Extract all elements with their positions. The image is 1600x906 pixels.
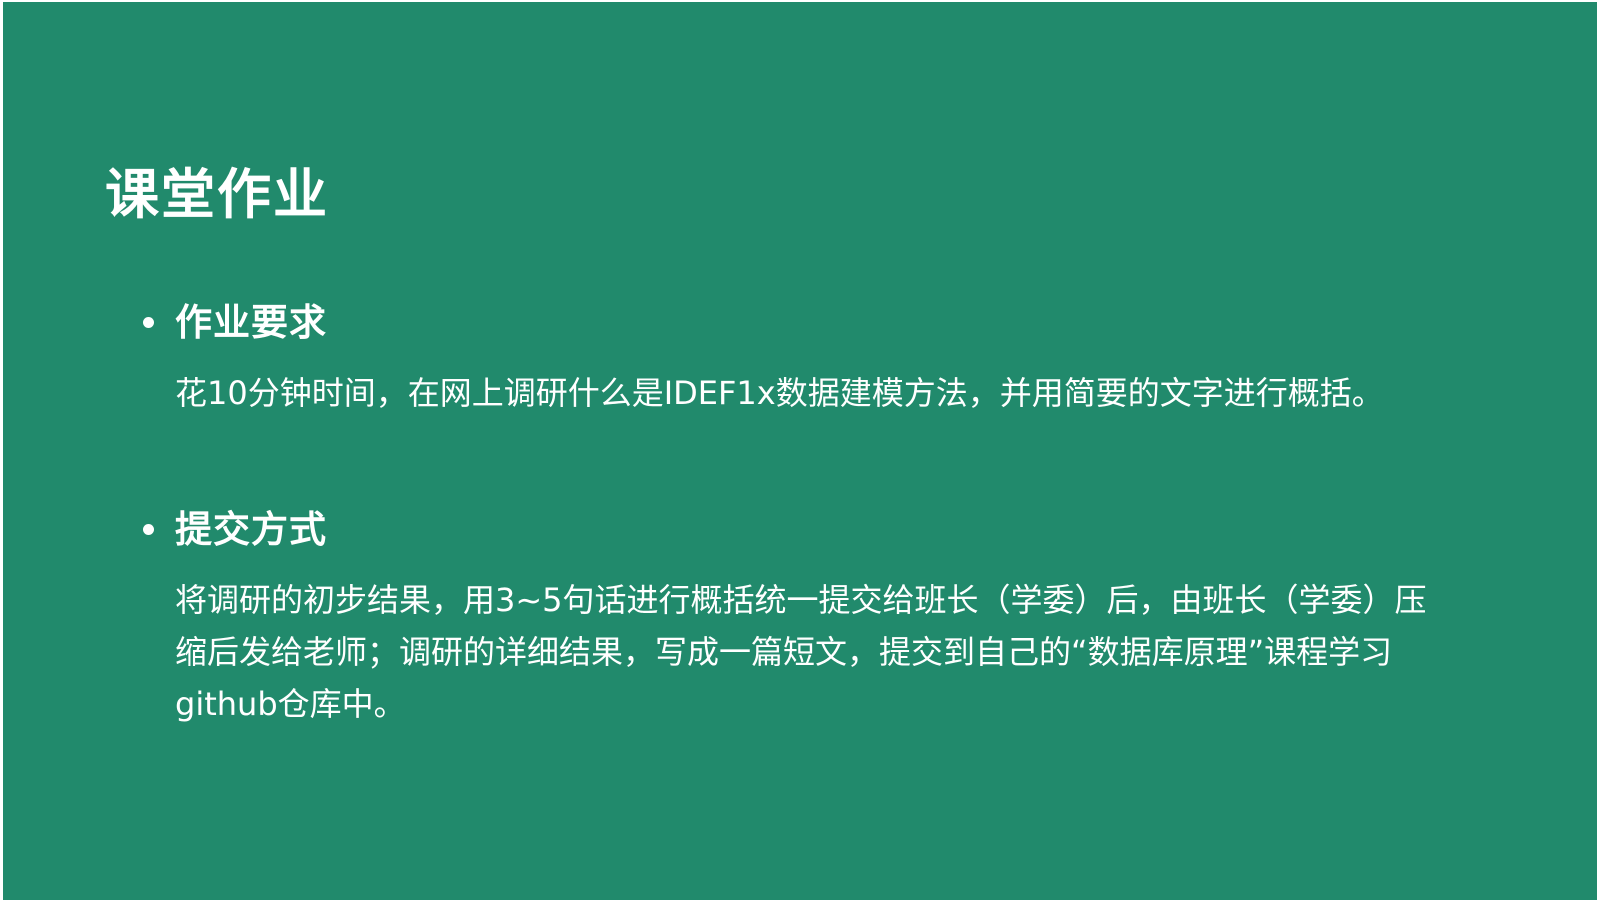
bullet-point-icon (143, 524, 154, 535)
bullet-section-submission: 提交方式 将调研的初步结果，用3~5句话进行概括统一提交给班长（学委）后，由班长… (139, 502, 1479, 730)
bullet-heading: 提交方式 (175, 507, 327, 551)
bullet-heading-row: 提交方式 (139, 502, 1479, 556)
bullet-body-text: 花10分钟时间，在网上调研什么是IDEF1x数据建模方法，并用简要的文字进行概括… (175, 374, 1384, 412)
bullet-heading: 作业要求 (175, 300, 327, 344)
slide-title: 课堂作业 (105, 162, 329, 226)
bullet-point-icon (143, 317, 154, 328)
bullet-section-requirements: 作业要求 花10分钟时间，在网上调研什么是IDEF1x数据建模方法，并用简要的文… (139, 295, 1479, 419)
bullet-body-text: 将调研的初步结果，用3~5句话进行概括统一提交给班长（学委）后，由班长（学委）压… (175, 581, 1427, 723)
bullet-heading-row: 作业要求 (139, 295, 1479, 349)
presentation-slide: 课堂作业 作业要求 花10分钟时间，在网上调研什么是IDEF1x数据建模方法，并… (3, 2, 1597, 900)
